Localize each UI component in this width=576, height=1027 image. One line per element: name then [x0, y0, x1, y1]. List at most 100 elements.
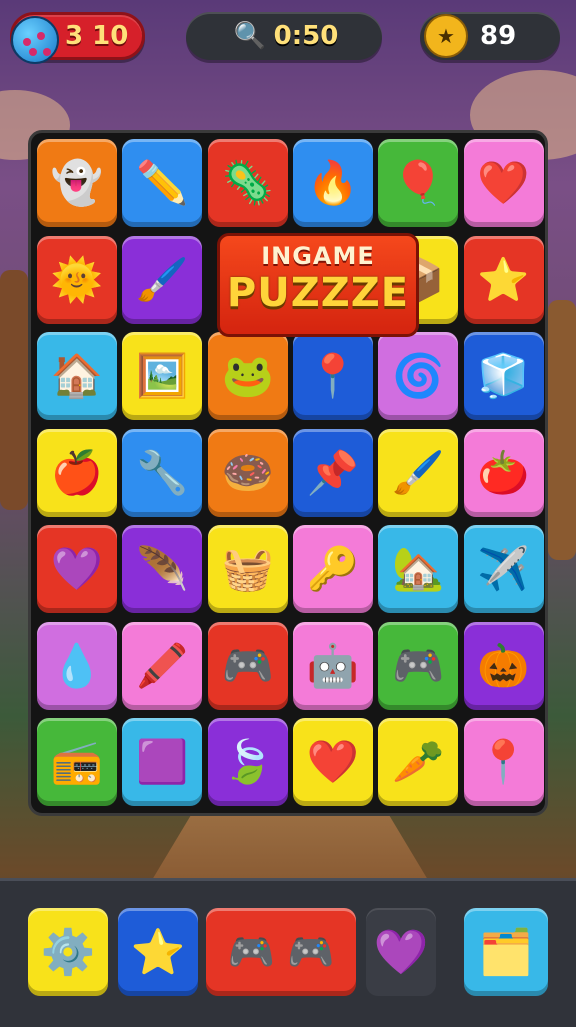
tile[interactable]: ✏️ — [122, 139, 203, 227]
coins-value: 89 — [480, 21, 517, 51]
tile[interactable]: 🍩 — [207, 428, 288, 517]
tile[interactable]: 🍅 — [463, 428, 544, 517]
tray-slot[interactable]: ⭐ — [118, 908, 198, 996]
frame-icon: 🖼️ — [136, 351, 189, 400]
tile[interactable]: 📻 — [37, 718, 117, 806]
tile[interactable]: 🐸 — [207, 332, 288, 420]
tile[interactable]: 🌀 — [378, 332, 459, 420]
tile[interactable]: 🧺 — [207, 525, 288, 613]
tile[interactable]: 🥕 — [378, 718, 459, 806]
tile[interactable]: 🖍️ — [122, 621, 203, 710]
tile[interactable]: 🎈 — [378, 139, 459, 227]
lives-ball-icon — [11, 16, 59, 64]
tile[interactable]: 🏡 — [378, 525, 459, 613]
star-icon: ⭐ — [477, 254, 530, 304]
timer-value: 0:50 — [273, 21, 339, 51]
pencil-icon: ✏️ — [136, 158, 189, 207]
controllers-icon: 🎮 🎮 — [227, 929, 335, 974]
tile[interactable]: 📌 — [292, 428, 373, 517]
carrot-icon: 🥕 — [392, 737, 445, 786]
tile[interactable]: 🔥 — [292, 139, 373, 227]
house-icon: 🏠 — [50, 351, 104, 400]
pin-icon: 📍 — [477, 737, 530, 786]
title-banner: INGAME PUZZZE — [217, 233, 419, 337]
pliers-icon: 🔧 — [136, 447, 189, 497]
tile[interactable]: 🔧 — [122, 428, 203, 517]
tile[interactable]: ⭐ — [463, 235, 544, 324]
tray-slot[interactable]: 💜 — [366, 908, 436, 996]
tile[interactable]: 🎮 — [378, 621, 459, 710]
radio-icon: 📻 — [50, 737, 104, 786]
tile[interactable]: 🟪 — [122, 718, 203, 806]
green-slime-icon: 🐸 — [221, 351, 274, 400]
swirl-icon: 🌀 — [392, 351, 445, 400]
tile[interactable]: 👻 — [37, 139, 117, 227]
coins-counter: ★ 89 — [420, 12, 560, 60]
tile[interactable]: 🎮 — [207, 621, 288, 710]
feather-icon: 🪶 — [136, 544, 189, 593]
gamepad-icon: 🎮 — [392, 640, 445, 690]
location-pin-icon: 📌 — [306, 447, 360, 497]
crayon-icon: 🖍️ — [136, 640, 189, 690]
tile[interactable]: 🖌️ — [122, 235, 203, 324]
house-right — [548, 300, 576, 560]
apple-icon: 🍎 — [50, 447, 104, 497]
tile[interactable]: 💧 — [37, 621, 117, 710]
banner-line1: INGAME — [261, 242, 375, 270]
banner-line2: PUZZZE — [226, 270, 410, 316]
tomato-icon: 🍅 — [477, 447, 530, 497]
blue-drop-icon: 💧 — [50, 640, 104, 690]
tile[interactable]: ❤️ — [463, 139, 544, 227]
leaf-icon: 🍃 — [221, 737, 274, 786]
balloon-icon: 🎈 — [392, 158, 445, 207]
tile[interactable]: 🍎 — [37, 428, 117, 517]
timer-display: 🔍 0:50 — [186, 12, 382, 60]
puzzle-board: 📍🥕❤️🍃🟪📻🎃🎮🤖🎮🖍️💧✈️🏡🔑🧺🪶💜🍅🖌️📌🍩🔧🍎🧊🌀📍🐸🖼️🏠⭐📦🖌️🌞… — [28, 130, 548, 816]
house-left — [0, 270, 28, 510]
gear-magnet-icon: ⚙️ — [40, 927, 96, 978]
donut-icon: 🍩 — [221, 447, 274, 497]
barn-icon: 🏡 — [392, 544, 445, 593]
lives-counter: 3 10 — [10, 12, 145, 64]
sun-face-icon: 🌞 — [50, 254, 104, 304]
heart-icon: ❤️ — [306, 737, 360, 786]
paintbrushes-icon: 🖌️ — [136, 254, 189, 304]
purple-cube-icon: 🟪 — [136, 737, 189, 786]
heart-icon: 💜 — [50, 544, 104, 593]
tray-slot[interactable]: 🎮 🎮 — [206, 908, 356, 996]
gamepad-icon: 🎮 — [221, 640, 274, 690]
germ-icon: 🦠 — [221, 158, 274, 207]
lives-value: 3 10 — [65, 21, 129, 51]
tile[interactable]: 🌞 — [37, 235, 117, 324]
tile[interactable]: 📍 — [292, 332, 373, 420]
fire-icon: 🔥 — [306, 158, 360, 207]
tile[interactable]: 🧊 — [463, 332, 544, 420]
basket-icon: 🧺 — [221, 544, 274, 593]
tile[interactable]: 📍 — [463, 718, 544, 806]
tile[interactable]: 🏠 — [37, 332, 117, 420]
tile[interactable]: 🦠 — [207, 139, 288, 227]
tile[interactable]: 🔑 — [292, 525, 373, 613]
coin-icon: ★ — [424, 14, 468, 58]
paper-plane-icon: ✈️ — [477, 544, 530, 593]
tray-slot[interactable]: ⚙️ — [28, 908, 108, 996]
map-pin-icon: 📍 — [306, 351, 360, 400]
tile[interactable]: ❤️ — [292, 718, 373, 806]
tile[interactable]: 🎃 — [463, 621, 544, 710]
tile[interactable]: 🤖 — [292, 621, 373, 710]
pumpkin-icon: 🎃 — [477, 640, 530, 690]
card-icon: 🗂️ — [478, 927, 534, 978]
star-icon: ⭐ — [130, 927, 186, 978]
heart-icon: ❤️ — [477, 158, 530, 207]
magnifier-icon: 🔍 — [233, 21, 266, 51]
tile[interactable]: 🍃 — [207, 718, 288, 806]
tile[interactable]: 🖼️ — [122, 332, 203, 420]
tile[interactable]: 💜 — [37, 525, 117, 613]
tile[interactable]: 🖌️ — [378, 428, 459, 517]
cube-icon: 🧊 — [477, 351, 530, 400]
tile[interactable]: 🪶 — [122, 525, 203, 613]
brush-icon: 🖌️ — [392, 447, 445, 497]
tray-slot[interactable]: 🗂️ — [464, 908, 548, 996]
green-blob-icon: 👻 — [50, 158, 104, 207]
tile[interactable]: ✈️ — [463, 525, 544, 613]
